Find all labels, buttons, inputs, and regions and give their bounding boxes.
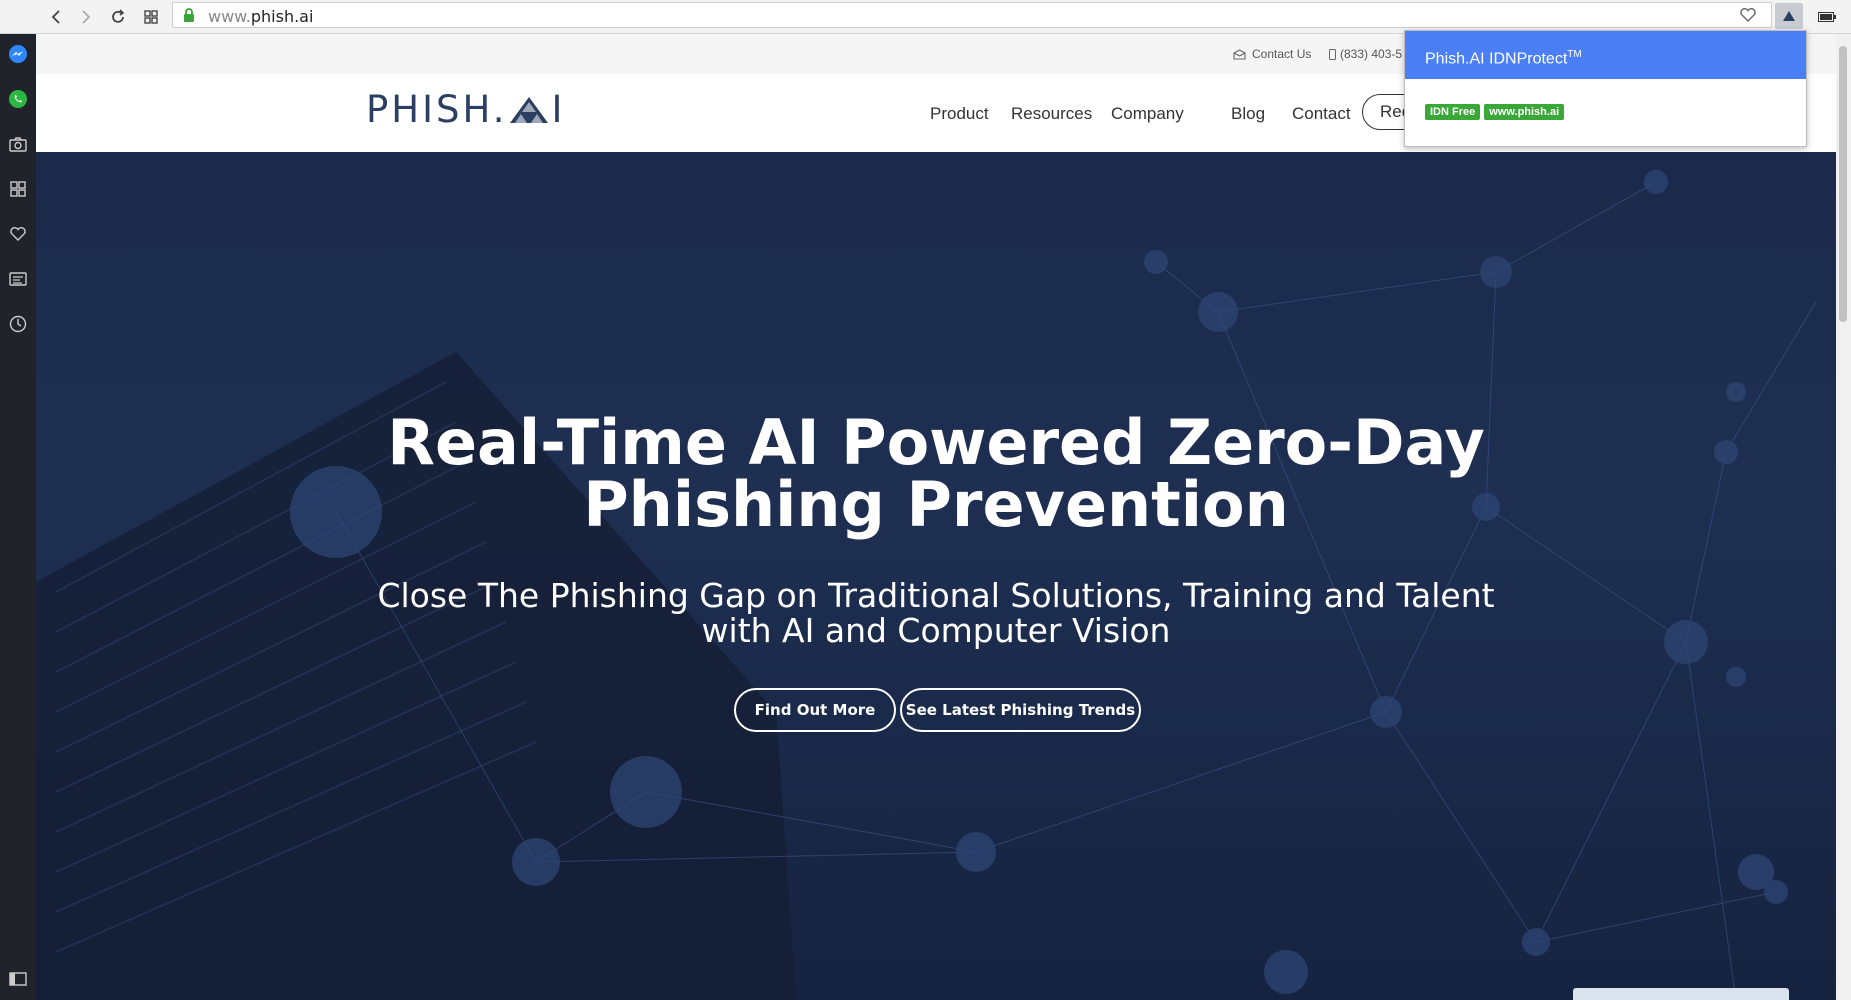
hero-title-line-1: Real-Time AI Powered Zero-Day <box>387 406 1485 479</box>
scrollbar-thumb[interactable] <box>1839 46 1847 322</box>
popup-header: Phish.AI IDNProtectTM <box>1405 31 1806 79</box>
page-content: Contact Us (833) 403-5 PHISH. I Product … <box>36 34 1836 1000</box>
domain-badge: www.phish.ai <box>1484 104 1565 120</box>
find-out-more-button[interactable]: Find Out More <box>734 688 896 732</box>
hero-subtitle-line-1: Close The Phishing Gap on Traditional So… <box>377 576 1495 615</box>
popup-title: Phish.AI IDNProtect <box>1425 50 1568 68</box>
reload-icon[interactable] <box>106 5 130 29</box>
browser-toolbar: www.phish.ai <box>0 0 1851 34</box>
phone-link[interactable]: (833) 403-5 <box>1329 47 1402 61</box>
speed-dial-icon[interactable] <box>139 5 163 29</box>
hero-subtitle-line-2: with AI and Computer Vision <box>701 611 1171 650</box>
phishing-trends-button[interactable]: See Latest Phishing Trends <box>900 688 1141 732</box>
contact-us-link[interactable]: Contact Us <box>1233 47 1311 61</box>
news-icon[interactable] <box>7 268 29 290</box>
envelope-icon <box>1233 48 1246 60</box>
url-text[interactable]: www.phish.ai <box>208 7 313 26</box>
idn-status-badge: IDN Free <box>1425 104 1481 120</box>
hero-title-line-2: Phishing Prevention <box>583 468 1289 541</box>
bookmark-heart-icon[interactable] <box>1739 7 1757 28</box>
sidebar-toggle-icon[interactable] <box>7 968 29 990</box>
hero-section: Real-Time AI Powered Zero-Day Phishing P… <box>36 152 1836 1000</box>
messenger-icon[interactable] <box>7 43 29 65</box>
nav-company[interactable]: Company <box>1111 104 1184 124</box>
browser-sidebar <box>0 34 36 1000</box>
popup-badges: IDN Free www.phish.ai <box>1425 104 1565 120</box>
forward-icon[interactable] <box>74 5 98 29</box>
phishai-logo[interactable]: PHISH. I <box>366 88 565 131</box>
logo-triangle-icon <box>510 96 549 123</box>
lock-icon <box>183 8 195 28</box>
nav-product[interactable]: Product <box>930 104 989 124</box>
battery-icon <box>1818 9 1836 27</box>
phone-icon <box>1329 48 1336 60</box>
phishai-extension-icon[interactable] <box>1775 3 1803 29</box>
popup-title-trademark: TM <box>1567 49 1582 60</box>
hero-subtitle: Close The Phishing Gap on Traditional So… <box>36 578 1836 648</box>
speed-dial-sidebar-icon[interactable] <box>7 178 29 200</box>
heart-icon[interactable] <box>7 223 29 245</box>
nav-contact[interactable]: Contact <box>1292 104 1351 124</box>
chat-widget-tab[interactable] <box>1573 988 1789 1000</box>
history-clock-icon[interactable] <box>7 313 29 335</box>
back-icon[interactable] <box>44 5 68 29</box>
idnprotect-popup: Phish.AI IDNProtectTM IDN Free www.phish… <box>1404 30 1807 147</box>
page-scrollbar[interactable] <box>1836 34 1851 1000</box>
nav-blog[interactable]: Blog <box>1231 104 1265 124</box>
address-bar[interactable]: www.phish.ai <box>172 2 1772 28</box>
hero-title: Real-Time AI Powered Zero-Day Phishing P… <box>36 412 1836 536</box>
whatsapp-icon[interactable] <box>7 88 29 110</box>
nav-resources[interactable]: Resources <box>1011 104 1092 124</box>
camera-icon[interactable] <box>7 133 29 155</box>
